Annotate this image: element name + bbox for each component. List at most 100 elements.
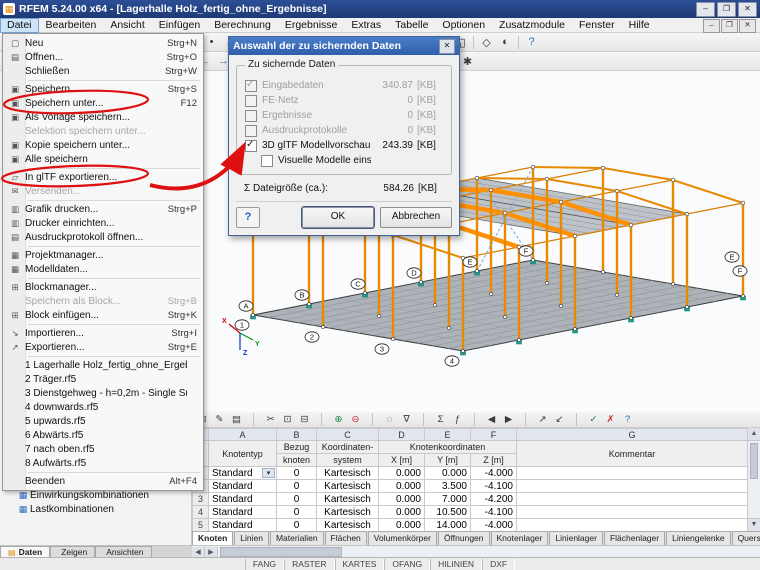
dialog-close-icon[interactable]: ✕ [439,38,455,54]
cell-x[interactable]: 0.000 [378,518,425,531]
cell-y[interactable]: 0.000 [424,466,471,480]
prev-table-icon[interactable]: ◀ [483,413,500,427]
scroll-up-icon[interactable]: ▲ [748,428,760,441]
file-menu-item[interactable]: ▥ Grafik drucken... Strg+P [3,202,203,216]
row-number[interactable]: 3 [192,492,209,506]
file-menu-item[interactable]: ▦ Projektmanager... [3,248,203,262]
cell-x[interactable]: 0.000 [378,505,425,519]
table-tab[interactable]: Öffnungen [437,531,490,545]
dropdown-button[interactable]: ▾ [262,468,275,478]
cell-koordinatensystem[interactable]: Kartesisch [316,479,379,493]
status-toggle[interactable]: RASTER [284,558,335,570]
find-icon[interactable]: ◌ [381,413,398,427]
scroll-right-icon[interactable]: ▶ [205,546,218,558]
file-menu-item[interactable]: ✉ Versenden... [3,184,203,198]
file-menu-item[interactable]: 8 Aufwärts.rf5 [3,456,203,470]
discard-icon[interactable]: ✗ [602,413,619,427]
edit-mode-icon[interactable]: ✎ [211,413,228,427]
file-menu-item[interactable]: ↘ Importieren... Strg+I [3,326,203,340]
status-toggle[interactable]: FANG [244,558,285,570]
menubar-item[interactable]: Fenster [572,18,622,33]
table-tab[interactable]: Linienlager [549,531,603,545]
checkbox[interactable] [245,124,257,137]
file-menu-item[interactable]: ↗ Exportieren... Strg+E [3,340,203,354]
file-menu-item[interactable]: ▣ Speichern Strg+S [3,82,203,96]
table-row[interactable]: 1 Standard ▾ 0 Kartesisch 0.000 0.000 -4… [192,466,747,480]
cell-z[interactable]: -4.000 [470,518,517,531]
file-menu-item[interactable]: ▤ Ausdruckprotokoll öffnen... [3,230,203,244]
cell-z[interactable]: -4.100 [470,505,517,519]
cell-kommentar[interactable] [516,492,747,506]
sum-icon[interactable]: Σ [432,413,449,427]
file-menu-item[interactable]: ▱ In glTF exportieren... [3,170,203,184]
menubar-item[interactable]: Ergebnisse [278,18,345,33]
status-toggle[interactable]: DXF [482,558,516,570]
file-menu-item[interactable]: Speichern als Block... Strg+B [3,294,203,308]
cell-knotentyp[interactable]: Standard ▾ [208,505,277,519]
maximize-button[interactable]: ❐ [717,1,736,17]
scroll-down-icon[interactable]: ▼ [748,518,760,531]
checkbox[interactable] [245,94,257,107]
apply-icon[interactable]: ✓ [585,413,602,427]
cell-bezugknoten[interactable]: 0 [276,518,317,531]
cell-bezugknoten[interactable]: 0 [276,492,317,506]
table-tab[interactable]: Knoten [192,531,234,545]
help-icon[interactable]: ? [522,34,541,51]
table-row[interactable]: 4 Standard ▾ 0 Kartesisch 0.000 10.500 -… [192,505,747,519]
row-number[interactable]: 5 [192,518,209,531]
table-tab[interactable]: Querschnitte [731,531,760,545]
menubar-item[interactable]: Hilfe [622,18,657,33]
checkbox[interactable] [245,79,257,92]
file-menu-item[interactable]: Beenden Alt+F4 [3,474,203,488]
scroll-left-icon[interactable]: ◀ [192,546,205,558]
cell-bezugknoten[interactable]: 0 [276,466,317,480]
menubar-item[interactable]: Ansicht [103,18,151,33]
cell-y[interactable]: 3.500 [424,479,471,493]
cut-icon[interactable]: ✂ [262,413,279,427]
checkbox[interactable] [245,109,257,122]
status-toggle[interactable]: OFANG [384,558,431,570]
cell-z[interactable]: -4.000 [470,466,517,480]
table-tab[interactable]: Flächen [324,531,367,545]
menubar-item[interactable]: Tabelle [388,18,435,33]
cell-z[interactable]: -4.200 [470,492,517,506]
view-mode-icon[interactable]: ▤ [228,413,245,427]
cell-x[interactable]: 0.000 [378,479,425,493]
cell-y[interactable]: 14.000 [424,518,471,531]
cell-kommentar[interactable] [516,505,747,519]
cell-kommentar[interactable] [516,466,747,480]
cell-bezugknoten[interactable]: 0 [276,505,317,519]
table-row[interactable]: 3 Standard ▾ 0 Kartesisch 0.000 7.000 -4… [192,492,747,506]
copy-icon[interactable]: ⊡ [279,413,296,427]
settings-icon[interactable]: ✱ [458,53,477,70]
isometric-view-icon[interactable]: ◇ [477,34,496,51]
mdi-restore-button[interactable]: ❐ [721,19,738,33]
column-letter[interactable]: B [276,428,317,441]
row-number[interactable]: 4 [192,505,209,519]
file-menu-item[interactable]: ⊞ Blockmanager... [3,280,203,294]
menubar-item[interactable]: Optionen [435,18,492,33]
table-tab[interactable]: Volumenkörper [367,531,437,545]
checkbox[interactable] [245,139,257,152]
status-toggle[interactable]: KARTES [334,558,385,570]
table-row[interactable]: 2 Standard ▾ 0 Kartesisch 0.000 3.500 -4… [192,479,747,493]
cell-knotentyp[interactable]: Standard ▾ [208,466,277,480]
paste-icon[interactable]: ⊟ [296,413,313,427]
cell-x[interactable]: 0.000 [378,466,425,480]
new-node-icon[interactable]: • [202,34,221,51]
insert-row-icon[interactable]: ⊕ [330,413,347,427]
table-tab[interactable]: Linien [234,531,269,545]
help-button[interactable]: ? [236,207,260,228]
render-mode-icon[interactable]: ◐ [496,34,515,51]
menubar-item[interactable]: Datei [0,17,39,33]
cell-knotentyp[interactable]: Standard ▾ [208,518,277,531]
cell-koordinatensystem[interactable]: Kartesisch [316,492,379,506]
ok-button[interactable]: OK [302,207,374,228]
column-letter[interactable]: A [208,428,277,441]
file-menu-item[interactable]: 1 Lagerhalle Holz_fertig_ohne_Ergebnisse… [3,358,203,372]
file-menu-item[interactable]: Schließen Strg+W [3,64,203,78]
menubar-item[interactable]: Berechnung [207,18,278,33]
cell-z[interactable]: -4.100 [470,479,517,493]
column-letter[interactable]: G [516,428,747,441]
close-button[interactable]: ✕ [738,1,757,17]
